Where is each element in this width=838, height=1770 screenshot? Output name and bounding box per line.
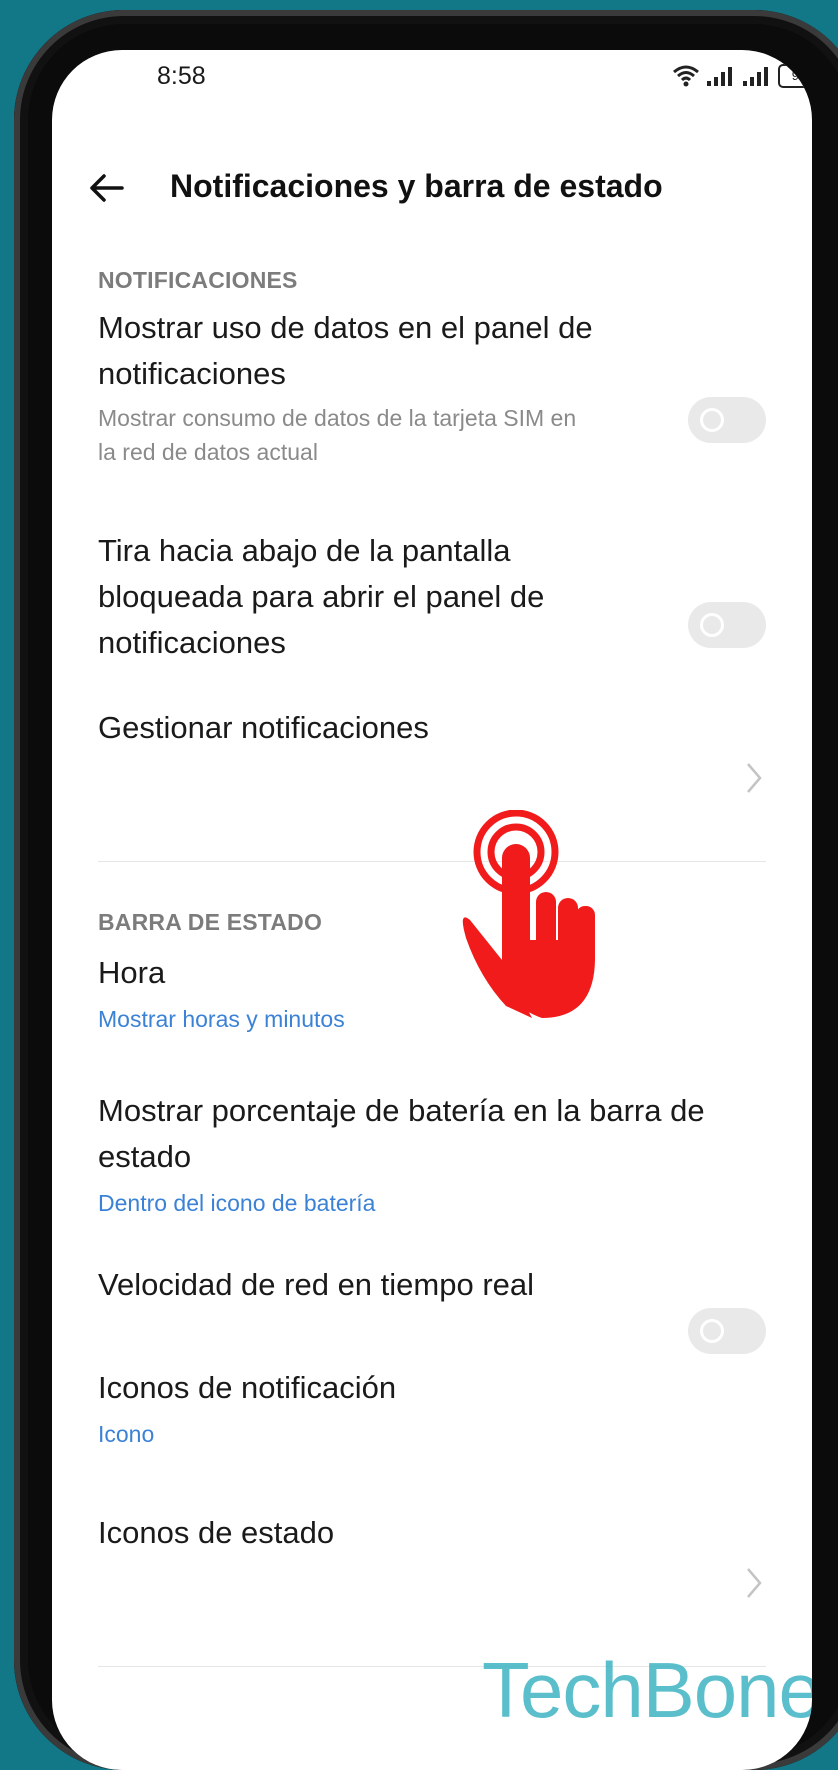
page-title: Notificaciones y barra de estado xyxy=(170,168,663,204)
row-title: Hora xyxy=(98,955,166,990)
row-notification-icons[interactable]: Iconos de notificación Icono xyxy=(98,1365,766,1451)
row-value: Icono xyxy=(98,1421,155,1447)
battery-icon: 92 xyxy=(778,64,812,88)
header: Notificaciones y barra de estado xyxy=(52,150,812,230)
chevron-right-icon xyxy=(747,1568,762,1598)
row-data-usage[interactable]: Mostrar uso de datos en el panel de noti… xyxy=(98,305,766,469)
phone-screen: 8:58 92 Notificaciones y barra de estado… xyxy=(52,50,812,1770)
section-label-notifications: NOTIFICACIONES xyxy=(98,267,298,293)
status-time: 8:58 xyxy=(157,62,206,90)
row-title: Mostrar uso de datos en el panel de noti… xyxy=(98,310,593,391)
row-title: Tira hacia abajo de la pantalla bloquead… xyxy=(98,533,545,660)
row-title: Mostrar porcentaje de batería en la barr… xyxy=(98,1093,705,1174)
wifi-icon xyxy=(673,65,699,87)
row-title: Velocidad de red en tiempo real xyxy=(98,1267,535,1302)
toggle-pull-down[interactable] xyxy=(688,602,766,648)
watermark: TechBone xyxy=(482,1646,812,1734)
row-pull-down[interactable]: Tira hacia abajo de la pantalla bloquead… xyxy=(98,528,766,666)
chevron-right-icon xyxy=(747,763,762,793)
row-time[interactable]: Hora Mostrar horas y minutos xyxy=(98,950,766,1036)
toggle-knob xyxy=(700,613,724,637)
tap-hand-icon xyxy=(462,810,595,1018)
row-title: Iconos de estado xyxy=(98,1515,335,1550)
status-bar: 8:58 92 xyxy=(52,50,812,110)
row-battery-percent[interactable]: Mostrar porcentaje de batería en la barr… xyxy=(98,1088,766,1220)
toggle-knob xyxy=(700,1319,724,1343)
toggle-knob xyxy=(700,408,724,432)
signal-icon xyxy=(707,67,732,86)
row-value: Mostrar horas y minutos xyxy=(98,1006,345,1032)
row-value: Dentro del icono de batería xyxy=(98,1190,376,1216)
row-status-icons[interactable]: Iconos de estado xyxy=(98,1510,766,1556)
section-label-status-bar: BARRA DE ESTADO xyxy=(98,909,323,935)
row-subtitle: Mostrar consumo de datos de la tarjeta S… xyxy=(98,405,577,465)
row-title: Gestionar notificaciones xyxy=(98,710,429,745)
divider xyxy=(98,861,766,862)
row-manage-notifications[interactable]: Gestionar notificaciones xyxy=(98,705,766,751)
signal-icon xyxy=(743,67,768,86)
row-title: Iconos de notificación xyxy=(98,1370,397,1405)
toggle-network-speed[interactable] xyxy=(688,1308,766,1354)
toggle-data-usage[interactable] xyxy=(688,397,766,443)
status-icons: 92 xyxy=(672,64,812,88)
row-network-speed[interactable]: Velocidad de red en tiempo real xyxy=(98,1262,766,1308)
arrow-left-icon[interactable] xyxy=(86,168,126,208)
